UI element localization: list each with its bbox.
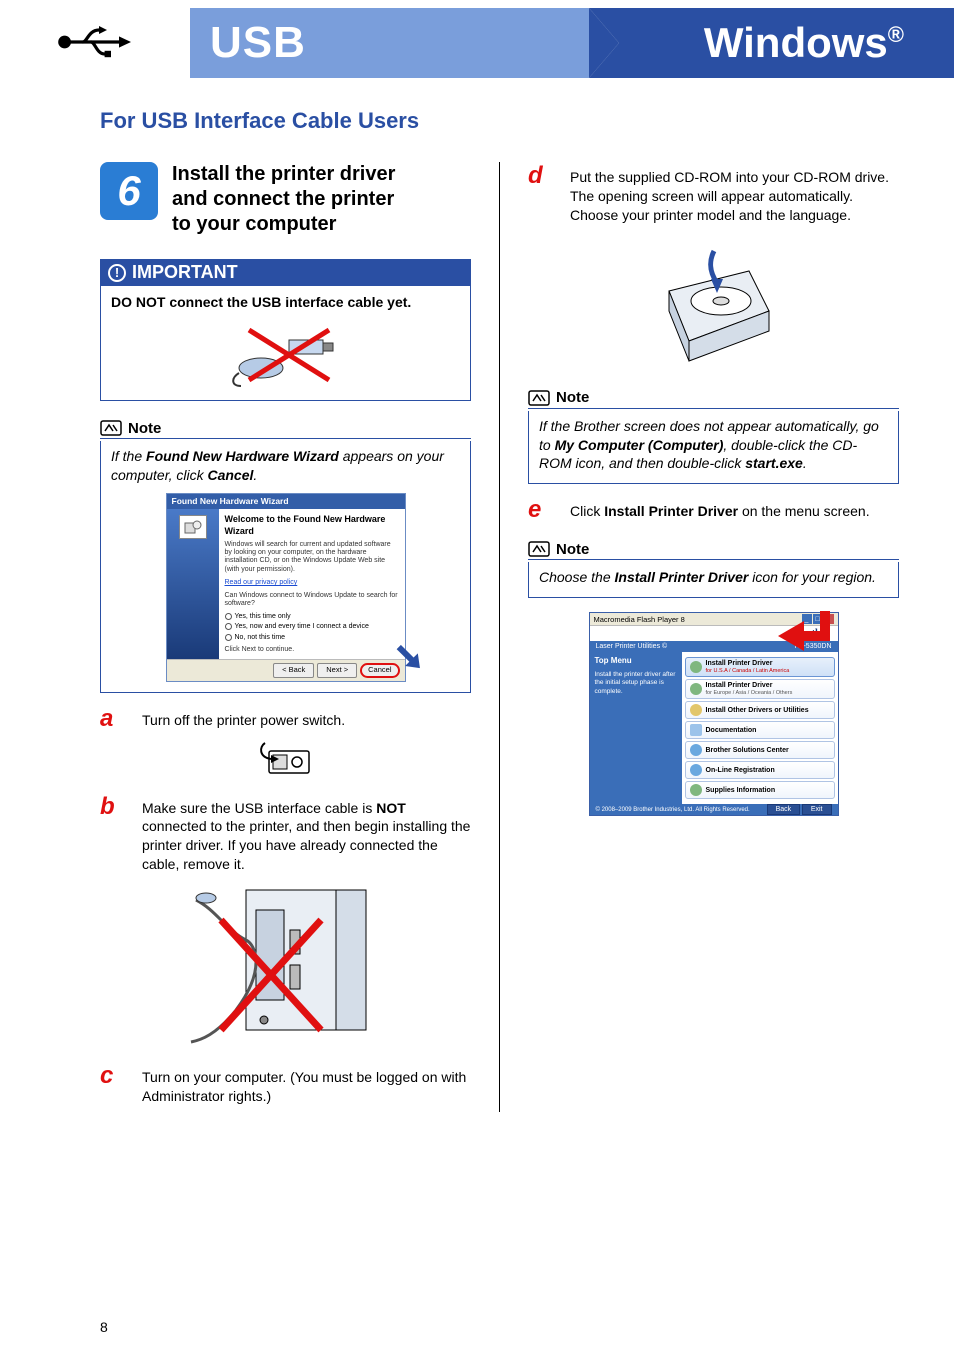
note-pencil-icon: [528, 540, 550, 558]
substep-d: d Put the supplied CD-ROM into your CD-R…: [528, 164, 899, 225]
substep-b-text: Make sure the USB interface cable is NOT…: [142, 799, 471, 875]
wizard-privacy-link[interactable]: Read our privacy policy: [225, 579, 298, 586]
header-bar: USB Windows®: [0, 8, 954, 78]
note-1: Note If the Found New Hardware Wizard ap…: [100, 419, 471, 693]
menu-item-other-drivers[interactable]: Install Other Drivers or Utilities: [685, 701, 835, 719]
wizard-titlebar: Found New Hardware Wizard: [167, 494, 405, 509]
package-icon: [690, 683, 702, 695]
wizard-body-2: Can Windows connect to Windows Update to…: [225, 592, 399, 609]
step-number-badge: 6: [100, 162, 158, 220]
note-1-body: If the Found New Hardware Wizard appears…: [100, 441, 471, 693]
top-menu-label: Top Menu: [595, 656, 677, 666]
cdrom-insert-figure: [528, 231, 899, 371]
substep-e: e Click Install Printer Driver on the me…: [528, 498, 899, 522]
right-column: d Put the supplied CD-ROM into your CD-R…: [528, 162, 899, 1112]
exclamation-icon: !: [108, 264, 126, 282]
column-divider: [499, 162, 500, 1112]
important-box: ! IMPORTANT DO NOT connect the USB inter…: [100, 259, 471, 401]
menu-item-solutions[interactable]: Brother Solutions Center: [685, 741, 835, 759]
globe-icon: [690, 764, 702, 776]
usb-band: USB: [190, 8, 590, 78]
substep-b: b Make sure the USB interface cable is N…: [100, 795, 471, 875]
info-icon: [690, 784, 702, 796]
wizard-body-1: Windows will search for current and upda…: [225, 541, 399, 575]
installer-sidebar: Top Menu Install the printer driver afte…: [590, 652, 682, 804]
usb-trident-icon: [55, 22, 135, 65]
printer-back-figure: [100, 880, 471, 1050]
menu-item-registration[interactable]: On-Line Registration: [685, 761, 835, 779]
substep-e-letter: e: [528, 498, 556, 522]
substep-a-text: Turn off the printer power switch.: [142, 711, 345, 731]
note-2-body: If the Brother screen does not appear au…: [528, 411, 899, 485]
wizard-radio-2[interactable]: Yes, now and every time I connect a devi…: [225, 622, 399, 631]
note-pencil-icon: [100, 419, 122, 437]
substep-e-text: Click Install Printer Driver on the menu…: [570, 502, 870, 522]
menu-item-install-eu[interactable]: Install Printer Driverfor Europe / Asia …: [685, 679, 835, 699]
note-1-label: Note: [128, 420, 161, 437]
left-column: 6 Install the printer driver and connect…: [100, 162, 471, 1112]
section-title: For USB Interface Cable Users: [100, 108, 899, 134]
found-hardware-wizard: Found New Hardware Wizard Welcome to the…: [166, 493, 406, 682]
package-icon: [690, 661, 702, 673]
usb-label: USB: [210, 18, 306, 68]
substep-b-letter: b: [100, 795, 128, 875]
substep-c: c Turn on your computer. (You must be lo…: [100, 1064, 471, 1106]
installer-back-button[interactable]: Back: [767, 804, 801, 815]
menu-item-documentation[interactable]: Documentation: [685, 721, 835, 739]
wizard-next-hint: Click Next to continue.: [225, 646, 399, 654]
substep-a-letter: a: [100, 707, 128, 731]
step-header: 6 Install the printer driver and connect…: [100, 162, 471, 237]
wizard-back-button[interactable]: < Back: [273, 663, 314, 677]
important-header: ! IMPORTANT: [100, 259, 471, 286]
wizard-next-button[interactable]: Next >: [317, 663, 357, 677]
step-title: Install the printer driver and connect t…: [172, 162, 395, 237]
band-arrow: [589, 8, 619, 78]
important-body: DO NOT connect the USB interface cable y…: [100, 286, 471, 401]
sidebar-text: Install the printer driver after the ini…: [595, 671, 677, 696]
power-switch-figure: [100, 737, 471, 781]
note-pencil-icon: [528, 389, 550, 407]
wizard-side-icon: [179, 515, 207, 539]
menu-item-install-us[interactable]: Install Printer Driverfor U.S.A / Canada…: [685, 657, 835, 677]
globe-icon: [690, 744, 702, 756]
doc-icon: [690, 724, 702, 736]
note-3: Note Choose the Install Printer Driver i…: [528, 540, 899, 598]
installer-menu-arrow: [778, 611, 830, 653]
windows-band: Windows®: [589, 8, 954, 78]
wizard-radio-3[interactable]: No, not this time: [225, 633, 399, 642]
os-label: Windows®: [704, 19, 904, 67]
installer-exit-button[interactable]: Exit: [802, 804, 832, 815]
installer-menu-list: Install Printer Driverfor U.S.A / Canada…: [682, 652, 838, 804]
substep-d-text: Put the supplied CD-ROM into your CD-ROM…: [570, 168, 899, 225]
wizard-radio-1[interactable]: Yes, this time only: [225, 612, 399, 621]
substep-c-text: Turn on your computer. (You must be logg…: [142, 1068, 471, 1106]
note-3-body: Choose the Install Printer Driver icon f…: [528, 562, 899, 598]
installer-footer: © 2008–2009 Brother Industries, Ltd. All…: [590, 804, 838, 815]
wizard-welcome: Welcome to the Found New Hardware Wizard: [225, 513, 399, 537]
page-number: 8: [100, 1319, 108, 1335]
substep-d-letter: d: [528, 164, 556, 225]
menu-item-supplies[interactable]: Supplies Information: [685, 781, 835, 799]
note-2-label: Note: [556, 389, 589, 406]
usb-icon-wrap: [0, 22, 190, 65]
substep-c-letter: c: [100, 1064, 128, 1106]
note-3-label: Note: [556, 541, 589, 558]
installer-menu: Macromedia Flash Player 8 _ □ × brother …: [589, 612, 839, 816]
no-cable-figure: [111, 318, 460, 388]
note-2: Note If the Brother screen does not appe…: [528, 389, 899, 485]
tools-icon: [690, 704, 702, 716]
important-label: IMPORTANT: [132, 262, 238, 283]
substep-a: a Turn off the printer power switch.: [100, 707, 471, 731]
